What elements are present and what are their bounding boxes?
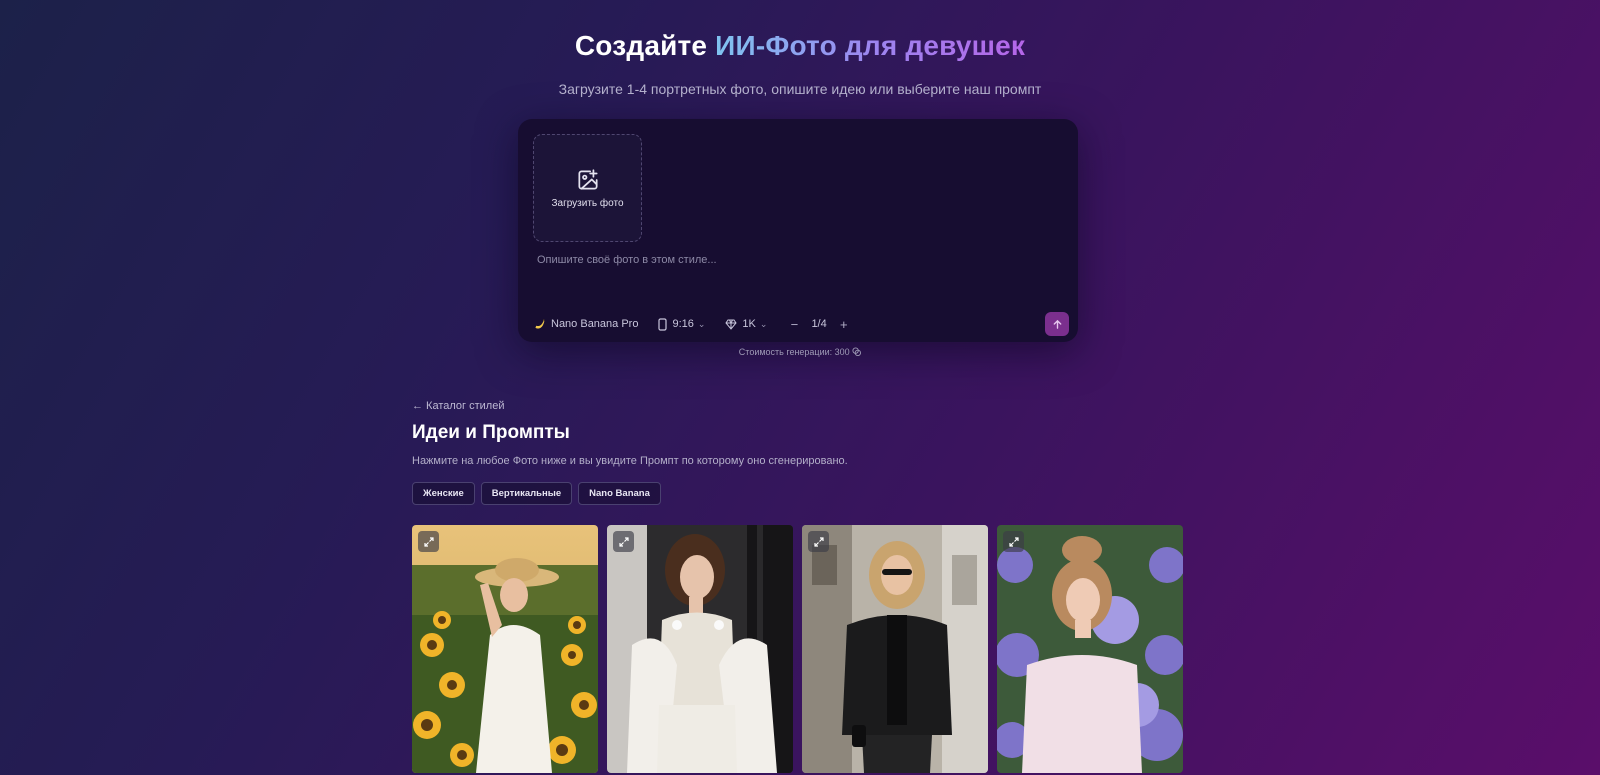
section-title: Идеи и Промпты [412, 422, 570, 443]
aspect-ratio-selector[interactable]: 9:16 ⌄ [658, 317, 706, 331]
coins-icon [852, 347, 862, 357]
sunflower-field-image [412, 525, 598, 773]
prompt-composer: Загрузить фото Nano Banana Pro 9:16 ⌄ [518, 119, 1078, 342]
prompt-input[interactable] [533, 254, 1063, 294]
expand-icon [813, 536, 824, 547]
expand-icon [1008, 536, 1019, 547]
page-title-accent: ИИ-Фото для девушек [715, 30, 1026, 61]
model-selector[interactable]: Nano Banana Pro [533, 318, 638, 331]
quality-selector[interactable]: 1K ⌄ [725, 318, 767, 330]
count-decrement-button[interactable]: − [787, 317, 801, 332]
diamond-icon [725, 319, 738, 330]
quality-label: 1K [742, 318, 756, 330]
expand-button[interactable] [418, 531, 439, 552]
hydrangea-woman-photo[interactable] [997, 525, 1183, 773]
add-image-icon [577, 169, 598, 190]
back-to-catalog-link[interactable]: ← Каталог стилей [412, 400, 504, 412]
section-description: Нажмите на любое Фото ниже и вы увидите … [412, 455, 848, 467]
upload-photo-label: Загрузить фото [551, 198, 624, 209]
expand-icon [618, 536, 629, 547]
phone-icon [658, 317, 668, 331]
sunflower-field-woman-photo[interactable] [412, 525, 598, 773]
count-value: 1/4 [811, 318, 827, 330]
leather-jacket-woman-photo[interactable] [802, 525, 988, 773]
page-subtitle: Загрузите 1-4 портретных фото, опишите и… [558, 81, 1042, 97]
chevron-down-icon: ⌄ [697, 318, 706, 329]
white-corset-woman-photo[interactable] [607, 525, 793, 773]
arrow-up-icon [1053, 319, 1061, 329]
generation-cost: Стоимость генерации: 300 [0, 347, 1600, 357]
image-count-stepper: − 1/4 + [787, 317, 850, 332]
aspect-ratio-label: 9:16 [672, 318, 694, 330]
upload-photo-button[interactable]: Загрузить фото [533, 134, 642, 242]
style-gallery [412, 525, 1192, 773]
leather-jacket-image [802, 525, 988, 773]
send-button[interactable] [1045, 312, 1069, 336]
expand-button[interactable] [808, 531, 829, 552]
expand-button[interactable] [613, 531, 634, 552]
white-corset-image [607, 525, 793, 773]
count-increment-button[interactable]: + [837, 317, 851, 332]
model-label: Nano Banana Pro [551, 318, 639, 330]
chevron-down-icon: ⌄ [759, 318, 768, 329]
generation-cost-text: Стоимость генерации: 300 [738, 347, 850, 357]
filter-chips: Женские Вертикальные Nano Banana [412, 482, 667, 505]
page-title: Создайте ИИ-Фото для девушек [0, 30, 1600, 62]
filter-chip-vertical[interactable]: Вертикальные [480, 482, 573, 505]
banana-icon [533, 318, 546, 331]
hydrangea-image [997, 525, 1183, 773]
composer-toolbar: Nano Banana Pro 9:16 ⌄ 1K ⌄ − 1/4 + [533, 314, 851, 334]
expand-icon [423, 536, 434, 547]
expand-button[interactable] [1003, 531, 1024, 552]
filter-chip-female[interactable]: Женские [412, 482, 475, 505]
page-title-plain: Создайте [574, 30, 716, 61]
filter-chip-nano-banana[interactable]: Nano Banana [578, 482, 661, 505]
